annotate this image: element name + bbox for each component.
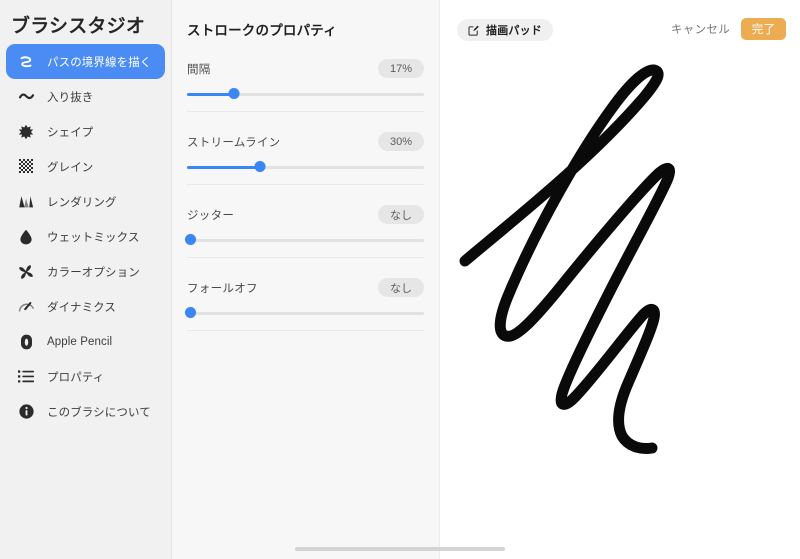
streamline-slider[interactable] [187,160,424,174]
property-label: ジッター [187,209,235,222]
slider-track [187,238,424,242]
properties-list-icon [16,367,36,387]
divider [187,111,424,112]
slider-track [187,311,424,315]
stroke-path-icon [16,52,36,72]
property-label: ストリームライン [187,136,281,149]
drawing-pad-button[interactable]: 描画パッド [457,19,553,41]
property-value-badge: なし [378,278,424,297]
sidebar-item-label: ダイナミクス [47,301,117,314]
sidebar-item-shape[interactable]: シェイプ [6,114,165,149]
grain-icon [16,157,36,177]
slider-fill [187,165,261,169]
rendering-icon [16,192,36,212]
sidebar-item-rendering[interactable]: レンダリング [6,184,165,219]
taper-icon [16,87,36,107]
sidebar-item-wet-mix[interactable]: ウェットミックス [6,219,165,254]
shape-icon [16,122,36,142]
jitter-slider[interactable] [185,233,424,247]
slider-thumb[interactable] [228,88,240,99]
property-group-streamline: ストリームライン 30% [187,132,424,185]
panel-title: ストロークのプロパティ [187,23,337,38]
sidebar-item-label: グレイン [47,161,94,174]
property-value-badge: 17% [378,59,424,78]
sidebar-item-label: パスの境界線を描く [47,56,152,69]
sidebar-item-label: プロパティ [47,371,105,384]
falloff-slider[interactable] [185,306,424,320]
pencil-square-icon [468,24,480,36]
sidebar-item-taper[interactable]: 入り抜き [6,79,165,114]
sidebar-item-color-options[interactable]: カラーオプション [6,254,165,289]
sidebar-item-apple-pencil[interactable]: Apple Pencil [6,324,165,359]
done-button[interactable]: 完了 [741,18,786,40]
sidebar-item-label: ウェットミックス [47,231,140,244]
sidebar-list: パスの境界線を描く 入り抜き シェイプ グレイン レンダリング ウェットミックス… [0,44,171,429]
about-info-icon [16,402,36,422]
sidebar-item-dynamics[interactable]: ダイナミクス [6,289,165,324]
stroke-path [459,64,675,454]
apple-pencil-icon [16,332,36,352]
divider [187,330,424,331]
property-value-badge: なし [378,205,424,224]
property-group-falloff: フォールオフ なし [185,278,424,331]
home-indicator [295,547,505,551]
slider-fill [187,92,235,96]
cancel-button[interactable]: キャンセル [671,21,730,37]
drawing-pad-label: 描画パッド [486,25,542,37]
property-header: 間隔 17% [187,59,424,78]
sidebar-item-label: Apple Pencil [47,335,113,348]
property-value-badge: 30% [378,132,424,151]
sidebar-item-label: シェイプ [47,126,94,139]
divider [187,184,424,185]
sidebar-item-label: 入り抜き [47,91,94,104]
dynamics-gauge-icon [16,297,36,317]
slider-thumb[interactable] [254,161,266,172]
property-header: ジッター なし [187,205,424,224]
property-label: フォールオフ [187,282,258,295]
brush-stroke-preview[interactable] [440,46,800,516]
sidebar-item-properties[interactable]: プロパティ [6,359,165,394]
sidebar-item-grain[interactable]: グレイン [6,149,165,184]
property-header: フォールオフ なし [187,278,424,297]
sidebar-item-about[interactable]: このブラシについて [6,394,165,429]
slider-thumb[interactable] [185,234,196,245]
stroke-properties-panel: ストロークのプロパティ 間隔 17% ストリームライン 30% ジッター なし … [172,0,440,559]
property-group-jitter: ジッター なし [185,205,424,258]
property-group-spacing: 間隔 17% [187,59,424,112]
divider [187,257,424,258]
property-header: ストリームライン 30% [187,132,424,151]
sidebar-item-stroke-path[interactable]: パスの境界線を描く [6,44,165,79]
sidebar-item-label: カラーオプション [47,266,140,279]
page-title: ブラシスタジオ [11,16,146,37]
wet-mix-droplet-icon [16,227,36,247]
drawing-preview-area: 描画パッド キャンセル 完了 [440,0,800,559]
slider-thumb[interactable] [185,307,196,318]
sidebar: ブラシスタジオ パスの境界線を描く 入り抜き シェイプ グレイン レンダリング … [0,0,172,559]
sidebar-item-label: レンダリング [47,196,117,209]
color-options-icon [16,262,36,282]
spacing-slider[interactable] [187,87,424,101]
sidebar-item-label: このブラシについて [47,406,151,419]
property-label: 間隔 [187,63,211,76]
brush-studio-window: ブラシスタジオ パスの境界線を描く 入り抜き シェイプ グレイン レンダリング … [0,0,800,559]
